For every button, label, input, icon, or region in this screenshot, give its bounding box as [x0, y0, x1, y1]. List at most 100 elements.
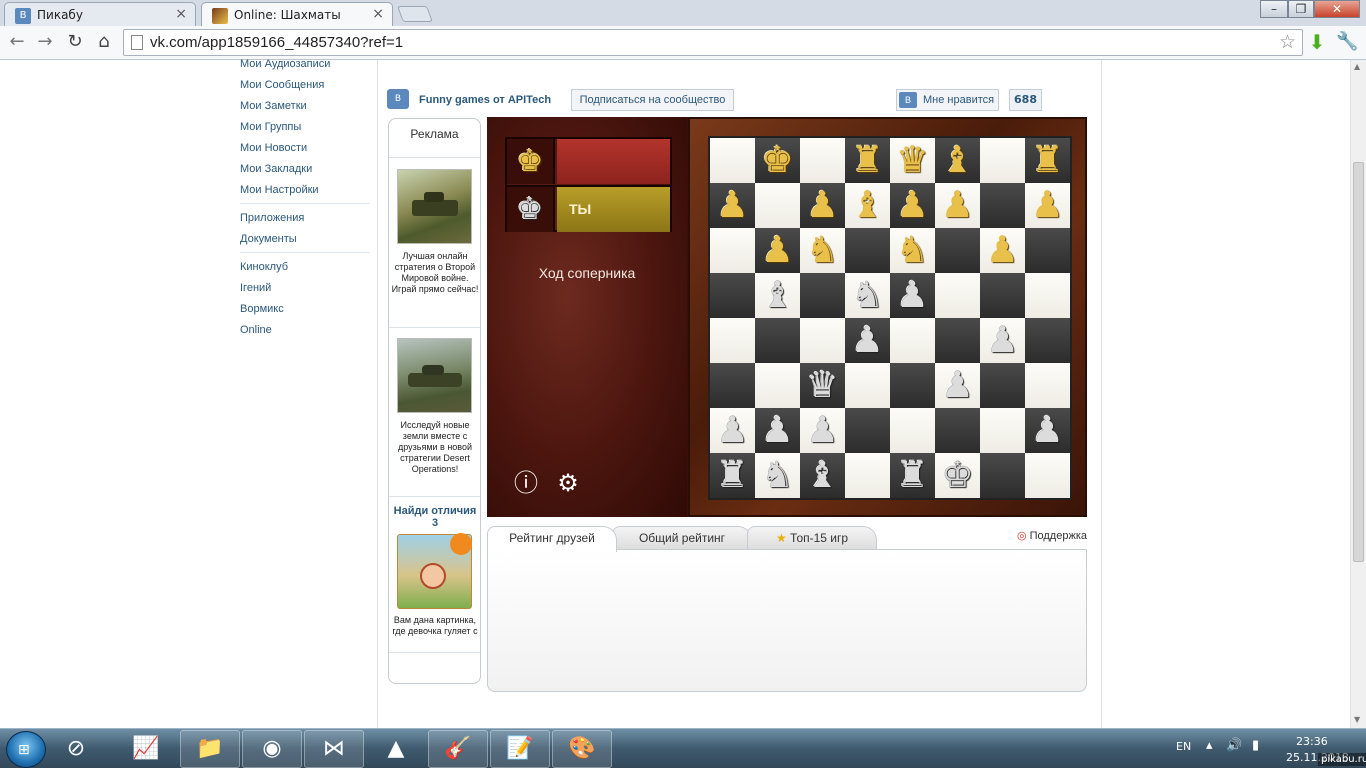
taskbar-explorer-icon[interactable]: 📁 [180, 730, 240, 768]
gold-pawn-icon[interactable]: ♟ [980, 228, 1025, 273]
board-square[interactable]: ♞ [755, 453, 800, 498]
board-square[interactable]: ♟ [845, 318, 890, 363]
board-square[interactable]: ♟ [755, 408, 800, 453]
gold-rook-icon[interactable]: ♜ [845, 138, 890, 183]
board-square[interactable]: ♞ [845, 273, 890, 318]
ad-image-desert-tank[interactable] [397, 338, 472, 413]
board-square[interactable] [710, 228, 755, 273]
close-tab-icon[interactable]: × [175, 6, 187, 22]
support-link[interactable]: ◎ Поддержка [1017, 529, 1087, 542]
menu-igeniy[interactable]: Iгений [240, 282, 271, 294]
board-square[interactable] [980, 408, 1025, 453]
board-square[interactable]: ♜ [710, 453, 755, 498]
gold-knight-icon[interactable]: ♞ [800, 228, 845, 273]
menu-my-groups[interactable]: Мои Группы [240, 121, 301, 133]
board-square[interactable]: ♟ [800, 183, 845, 228]
taskbar-paint-icon[interactable]: 🎨 [552, 730, 612, 768]
maximize-button[interactable]: ❐ [1288, 0, 1314, 18]
board-square[interactable] [755, 183, 800, 228]
tab-top15-games[interactable]: ★ Топ-15 игр [747, 526, 877, 550]
board-square[interactable]: ♜ [1025, 138, 1070, 183]
tray-volume-icon[interactable]: 🔊 [1226, 738, 1242, 753]
ad-text[interactable]: Вам дана картинка, где девочка гуляет с [391, 615, 479, 637]
help-icon[interactable]: ⓘ [513, 470, 539, 496]
board-square[interactable] [1025, 318, 1070, 363]
gold-pawn-icon[interactable]: ♟ [1025, 183, 1070, 228]
board-square[interactable]: ♟ [980, 228, 1025, 273]
board-square[interactable] [845, 363, 890, 408]
gold-pawn-icon[interactable]: ♟ [890, 183, 935, 228]
taskbar-aimp-icon[interactable]: ▲ [366, 730, 426, 768]
vertical-scrollbar[interactable]: ▲ ▼ [1350, 60, 1366, 728]
scroll-up-icon[interactable]: ▲ [1354, 62, 1360, 71]
board-square[interactable]: ♟ [800, 408, 845, 453]
board-square[interactable] [845, 453, 890, 498]
minimize-button[interactable]: – [1260, 0, 1288, 18]
board-square[interactable] [935, 408, 980, 453]
menu-my-audio[interactable]: Мои Аудиозаписи [240, 58, 330, 70]
subscribe-button[interactable]: Подписаться на сообщество [571, 89, 734, 111]
app-title[interactable]: Funny games от APITech [419, 94, 551, 106]
back-arrow-icon[interactable]: ← [6, 31, 28, 53]
taskbar-notes-icon[interactable]: 📝 [490, 730, 550, 768]
scroll-down-icon[interactable]: ▼ [1354, 715, 1360, 724]
board-square[interactable] [935, 228, 980, 273]
board-square[interactable] [845, 408, 890, 453]
menu-apps[interactable]: Приложения [240, 212, 304, 224]
board-square[interactable] [890, 363, 935, 408]
tab-chess[interactable]: Online: Шахматы × [201, 2, 393, 26]
gold-rook-icon[interactable]: ♜ [1025, 138, 1070, 183]
board-square[interactable] [890, 318, 935, 363]
close-tab-icon[interactable]: × [372, 6, 384, 22]
board-square[interactable] [1025, 453, 1070, 498]
board-square[interactable]: ♟ [935, 363, 980, 408]
start-button[interactable]: ⊞ [6, 731, 46, 768]
board-square[interactable] [755, 363, 800, 408]
board-square[interactable]: ♟ [890, 183, 935, 228]
silver-pawn-icon[interactable]: ♟ [755, 408, 800, 453]
gold-pawn-icon[interactable]: ♟ [755, 228, 800, 273]
board-square[interactable] [935, 318, 980, 363]
board-square[interactable] [800, 273, 845, 318]
board-square[interactable] [845, 228, 890, 273]
board-square[interactable]: ♛ [890, 138, 935, 183]
forward-arrow-icon[interactable]: → [34, 31, 56, 53]
gold-bishop-icon[interactable]: ♝ [935, 138, 980, 183]
wrench-icon[interactable]: 🔧 [1336, 31, 1358, 53]
taskbar-app-icon[interactable]: ⊘ [48, 730, 104, 768]
tray-network-icon[interactable]: ▮ [1252, 738, 1259, 753]
board-square[interactable] [1025, 273, 1070, 318]
board-square[interactable]: ♝ [845, 183, 890, 228]
gold-pawn-icon[interactable]: ♟ [935, 183, 980, 228]
tab-friends-rating[interactable]: Рейтинг друзей [487, 526, 617, 552]
silver-pawn-icon[interactable]: ♟ [890, 273, 935, 318]
home-icon[interactable]: ⌂ [93, 31, 115, 53]
board-square[interactable] [935, 273, 980, 318]
gold-queen-icon[interactable]: ♛ [890, 138, 935, 183]
silver-queen-icon[interactable]: ♛ [800, 363, 845, 408]
board-square[interactable] [980, 453, 1025, 498]
board-square[interactable] [980, 363, 1025, 408]
gold-bishop-icon[interactable]: ♝ [845, 183, 890, 228]
ad-image-tank[interactable] [397, 169, 472, 244]
board-square[interactable]: ♛ [800, 363, 845, 408]
menu-kinoklub[interactable]: Киноклуб [240, 261, 288, 273]
board-square[interactable]: ♝ [935, 138, 980, 183]
board-square[interactable]: ♚ [935, 453, 980, 498]
board-square[interactable] [1025, 228, 1070, 273]
ad-text[interactable]: Лучшая онлайн стратегия о Второй Мировой… [391, 251, 479, 295]
download-icon[interactable]: ⬇ [1306, 31, 1328, 53]
silver-pawn-icon[interactable]: ♟ [980, 318, 1025, 363]
board-square[interactable] [890, 408, 935, 453]
tray-arrow-icon[interactable]: ▴ [1206, 738, 1213, 753]
menu-wormix[interactable]: Вормикс [240, 303, 284, 315]
silver-bishop-icon[interactable]: ♝ [755, 273, 800, 318]
board-square[interactable]: ♞ [800, 228, 845, 273]
gold-pawn-icon[interactable]: ♟ [710, 183, 755, 228]
menu-my-bookmarks[interactable]: Мои Закладки [240, 163, 312, 175]
silver-king-icon[interactable]: ♚ [935, 453, 980, 498]
tray-language[interactable]: EN [1176, 740, 1191, 753]
menu-my-news[interactable]: Мои Новости [240, 142, 307, 154]
scrollbar-thumb[interactable] [1353, 162, 1364, 562]
chess-board[interactable]: ♚ ♜ ♛ ♝ ♜ ♟ ♟ ♝ ♟ ♟ ♟ ♟ ♞ ♞ ♟ ♝ ♞ ♟ ♟ ♟ ♛ ♟ ♟ ♟ ♟ ♟ ♜ ♞ ♝ ♜ ♚ [708, 136, 1072, 500]
